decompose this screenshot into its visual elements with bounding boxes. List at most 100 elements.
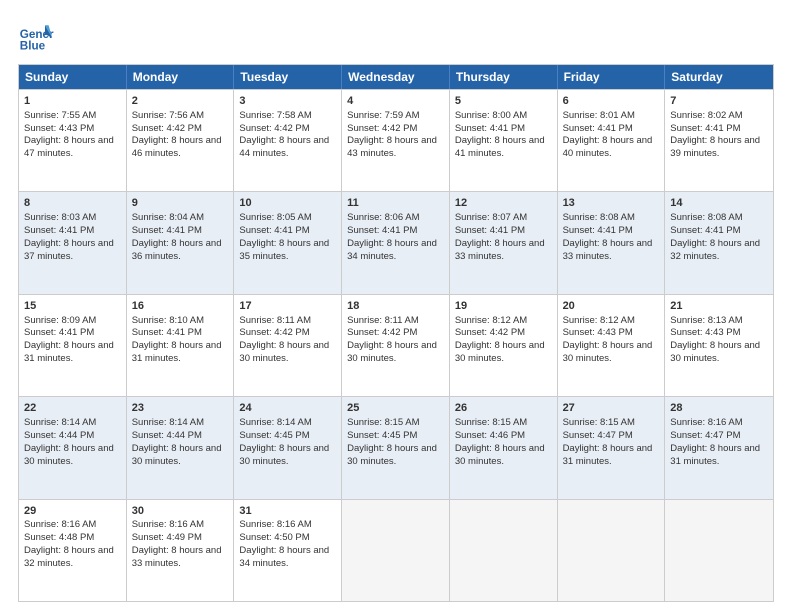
day-number: 7 [670,94,768,109]
sunrise: Sunrise: 8:12 AM [455,315,527,326]
day-number: 8 [24,196,121,211]
calendar-cell: 4Sunrise: 7:59 AMSunset: 4:42 PMDaylight… [342,90,450,191]
day-number: 16 [132,299,229,314]
sunset: Sunset: 4:43 PM [24,123,94,134]
day-number: 17 [239,299,336,314]
daylight-label: Daylight: 8 hours and 31 minutes. [670,443,760,467]
sunrise: Sunrise: 8:15 AM [563,417,635,428]
day-number: 14 [670,196,768,211]
daylight-label: Daylight: 8 hours and 30 minutes. [455,340,545,364]
day-number: 30 [132,504,229,519]
day-number: 20 [563,299,660,314]
sunrise: Sunrise: 8:15 AM [347,417,419,428]
day-number: 4 [347,94,444,109]
header-cell-tuesday: Tuesday [234,65,342,89]
sunset: Sunset: 4:49 PM [132,532,202,543]
daylight-label: Daylight: 8 hours and 31 minutes. [24,340,114,364]
daylight-label: Daylight: 8 hours and 30 minutes. [670,340,760,364]
sunrise: Sunrise: 8:14 AM [239,417,311,428]
calendar-cell: 7Sunrise: 8:02 AMSunset: 4:41 PMDaylight… [665,90,773,191]
sunset: Sunset: 4:45 PM [239,430,309,441]
sunrise: Sunrise: 8:16 AM [24,519,96,530]
day-number: 15 [24,299,121,314]
sunset: Sunset: 4:46 PM [455,430,525,441]
day-number: 2 [132,94,229,109]
calendar-cell: 29Sunrise: 8:16 AMSunset: 4:48 PMDayligh… [19,500,127,601]
sunrise: Sunrise: 8:09 AM [24,315,96,326]
day-number: 27 [563,401,660,416]
sunset: Sunset: 4:41 PM [24,225,94,236]
daylight-label: Daylight: 8 hours and 30 minutes. [24,443,114,467]
sunset: Sunset: 4:42 PM [455,327,525,338]
sunrise: Sunrise: 8:16 AM [670,417,742,428]
calendar-row-4: 22Sunrise: 8:14 AMSunset: 4:44 PMDayligh… [19,396,773,498]
daylight-label: Daylight: 8 hours and 43 minutes. [347,135,437,159]
daylight-label: Daylight: 8 hours and 30 minutes. [239,443,329,467]
daylight-label: Daylight: 8 hours and 30 minutes. [347,443,437,467]
daylight-label: Daylight: 8 hours and 40 minutes. [563,135,653,159]
day-number: 6 [563,94,660,109]
sunset: Sunset: 4:41 PM [455,123,525,134]
calendar-cell: 11Sunrise: 8:06 AMSunset: 4:41 PMDayligh… [342,192,450,293]
sunset: Sunset: 4:43 PM [563,327,633,338]
sunrise: Sunrise: 8:11 AM [347,315,419,326]
day-number: 23 [132,401,229,416]
daylight-label: Daylight: 8 hours and 32 minutes. [24,545,114,569]
sunrise: Sunrise: 8:14 AM [24,417,96,428]
daylight-label: Daylight: 8 hours and 31 minutes. [563,443,653,467]
calendar-cell: 28Sunrise: 8:16 AMSunset: 4:47 PMDayligh… [665,397,773,498]
sunset: Sunset: 4:45 PM [347,430,417,441]
sunrise: Sunrise: 8:08 AM [563,212,635,223]
sunrise: Sunrise: 8:01 AM [563,110,635,121]
page: General Blue SundayMondayTuesdayWednesda… [0,0,792,612]
calendar-cell: 1Sunrise: 7:55 AMSunset: 4:43 PMDaylight… [19,90,127,191]
sunset: Sunset: 4:44 PM [132,430,202,441]
sunset: Sunset: 4:42 PM [132,123,202,134]
calendar-cell: 24Sunrise: 8:14 AMSunset: 4:45 PMDayligh… [234,397,342,498]
logo: General Blue [18,18,54,54]
daylight-label: Daylight: 8 hours and 37 minutes. [24,238,114,262]
header-cell-wednesday: Wednesday [342,65,450,89]
daylight-label: Daylight: 8 hours and 30 minutes. [347,340,437,364]
sunrise: Sunrise: 8:08 AM [670,212,742,223]
sunset: Sunset: 4:41 PM [24,327,94,338]
calendar-cell: 12Sunrise: 8:07 AMSunset: 4:41 PMDayligh… [450,192,558,293]
day-number: 13 [563,196,660,211]
calendar-cell: 17Sunrise: 8:11 AMSunset: 4:42 PM Dayligh… [234,295,342,396]
sunrise: Sunrise: 7:56 AM [132,110,204,121]
sunset: Sunset: 4:41 PM [347,225,417,236]
daylight-label: Daylight: 8 hours and 34 minutes. [347,238,437,262]
header-cell-sunday: Sunday [19,65,127,89]
calendar-cell [450,500,558,601]
sunrise: Sunrise: 8:03 AM [24,212,96,223]
logo-icon: General Blue [18,18,54,54]
sunrise: Sunrise: 8:06 AM [347,212,419,223]
sunrise: Sunrise: 8:16 AM [239,519,311,530]
day-number: 18 [347,299,444,314]
calendar-body: 1Sunrise: 7:55 AMSunset: 4:43 PMDaylight… [19,89,773,601]
day-number: 28 [670,401,768,416]
calendar-cell: 18Sunrise: 8:11 AMSunset: 4:42 PM Dayligh… [342,295,450,396]
sunrise: Sunrise: 8:05 AM [239,212,311,223]
calendar-cell [665,500,773,601]
sunrise: Sunrise: 8:11 AM [239,315,311,326]
daylight-label: Daylight: 8 hours and 30 minutes. [239,340,329,364]
daylight-label: Daylight: 8 hours and 33 minutes. [132,545,222,569]
day-number: 3 [239,94,336,109]
calendar-cell [342,500,450,601]
sunset: Sunset: 4:42 PM [239,327,309,338]
daylight-label: Daylight: 8 hours and 46 minutes. [132,135,222,159]
calendar-cell: 5Sunrise: 8:00 AMSunset: 4:41 PMDaylight… [450,90,558,191]
calendar-cell: 27Sunrise: 8:15 AMSunset: 4:47 PMDayligh… [558,397,666,498]
day-number: 29 [24,504,121,519]
sunset: Sunset: 4:42 PM [347,327,417,338]
sunset: Sunset: 4:42 PM [347,123,417,134]
daylight-label: Daylight: 8 hours and 47 minutes. [24,135,114,159]
header-cell-monday: Monday [127,65,235,89]
sunrise: Sunrise: 7:55 AM [24,110,96,121]
day-number: 21 [670,299,768,314]
daylight-label: Daylight: 8 hours and 41 minutes. [455,135,545,159]
sunset: Sunset: 4:41 PM [132,225,202,236]
day-number: 25 [347,401,444,416]
calendar-cell: 15Sunrise: 8:09 AMSunset: 4:41 PM Dayligh… [19,295,127,396]
